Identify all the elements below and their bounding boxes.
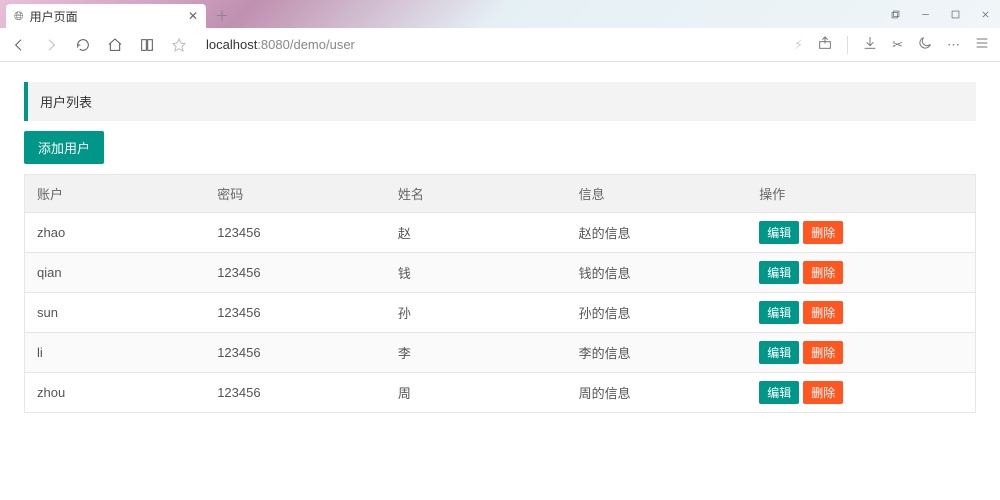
minimize-button[interactable]	[910, 0, 940, 28]
browser-address-bar: localhost:8080/demo/user ⚡︎ ✂︎ ⋯	[0, 28, 1000, 62]
table-body: zhao123456赵赵的信息编辑删除qian123456钱钱的信息编辑删除su…	[25, 213, 976, 413]
col-header-password: 密码	[205, 175, 386, 213]
cell-password: 123456	[205, 253, 386, 293]
toolbar-right: ⚡︎ ✂︎ ⋯	[794, 35, 990, 54]
toolbar-separator	[847, 36, 848, 54]
col-header-account: 账户	[25, 175, 206, 213]
cell-password: 123456	[205, 293, 386, 333]
home-button[interactable]	[106, 37, 124, 53]
globe-icon: 🌐︎	[14, 9, 24, 24]
window-controls	[880, 0, 1000, 28]
forward-button[interactable]	[42, 37, 60, 53]
table-header-row: 账户 密码 姓名 信息 操作	[25, 175, 976, 213]
cell-name: 周	[386, 373, 567, 413]
edit-button[interactable]: 编辑	[759, 301, 799, 324]
share-icon[interactable]	[817, 35, 833, 54]
cell-password: 123456	[205, 333, 386, 373]
download-icon[interactable]	[862, 35, 878, 54]
duplicate-tab-icon[interactable]	[880, 0, 910, 28]
cell-info: 赵的信息	[567, 213, 748, 253]
scissors-icon[interactable]: ✂︎	[892, 37, 903, 53]
url-input[interactable]: localhost:8080/demo/user	[206, 37, 780, 52]
cell-ops: 编辑删除	[747, 293, 975, 333]
col-header-info: 信息	[567, 175, 748, 213]
col-header-name: 姓名	[386, 175, 567, 213]
delete-button[interactable]: 删除	[803, 261, 843, 284]
more-icon[interactable]: ⋯	[947, 37, 960, 53]
cell-ops: 编辑删除	[747, 333, 975, 373]
cell-ops: 编辑删除	[747, 253, 975, 293]
favorite-icon[interactable]	[170, 37, 188, 53]
cell-info: 钱的信息	[567, 253, 748, 293]
table-row: qian123456钱钱的信息编辑删除	[25, 253, 976, 293]
cell-account: zhao	[25, 213, 206, 253]
delete-button[interactable]: 删除	[803, 341, 843, 364]
cell-account: zhou	[25, 373, 206, 413]
cell-account: sun	[25, 293, 206, 333]
table-row: li123456李李的信息编辑删除	[25, 333, 976, 373]
cell-ops: 编辑删除	[747, 213, 975, 253]
page-content: 用户列表 添加用户 账户 密码 姓名 信息 操作 zhao123456赵赵的信息…	[0, 62, 1000, 433]
cell-name: 李	[386, 333, 567, 373]
close-tab-icon[interactable]: ✕	[188, 9, 198, 23]
dark-mode-icon[interactable]	[917, 35, 933, 54]
url-port: :8080	[257, 37, 290, 52]
bolt-icon[interactable]: ⚡︎	[794, 37, 803, 53]
user-table: 账户 密码 姓名 信息 操作 zhao123456赵赵的信息编辑删除qian12…	[24, 174, 976, 413]
menu-icon[interactable]	[974, 35, 990, 54]
cell-account: li	[25, 333, 206, 373]
cell-info: 周的信息	[567, 373, 748, 413]
edit-button[interactable]: 编辑	[759, 221, 799, 244]
delete-button[interactable]: 删除	[803, 381, 843, 404]
table-row: sun123456孙孙的信息编辑删除	[25, 293, 976, 333]
url-host: localhost	[206, 37, 257, 52]
back-button[interactable]	[10, 37, 28, 53]
table-row: zhao123456赵赵的信息编辑删除	[25, 213, 976, 253]
browser-titlebar: 🌐︎ 用户页面 ✕ ＋	[0, 0, 1000, 28]
tab-title: 用户页面	[30, 8, 78, 25]
delete-button[interactable]: 删除	[803, 221, 843, 244]
close-window-button[interactable]	[970, 0, 1000, 28]
table-row: zhou123456周周的信息编辑删除	[25, 373, 976, 413]
col-header-ops: 操作	[747, 175, 975, 213]
reader-icon[interactable]	[138, 37, 156, 53]
browser-tab[interactable]: 🌐︎ 用户页面 ✕	[6, 4, 206, 28]
cell-password: 123456	[205, 373, 386, 413]
cell-ops: 编辑删除	[747, 373, 975, 413]
cell-info: 孙的信息	[567, 293, 748, 333]
url-path: /demo/user	[290, 37, 355, 52]
delete-button[interactable]: 删除	[803, 301, 843, 324]
edit-button[interactable]: 编辑	[759, 261, 799, 284]
edit-button[interactable]: 编辑	[759, 341, 799, 364]
cell-password: 123456	[205, 213, 386, 253]
cell-name: 孙	[386, 293, 567, 333]
cell-account: qian	[25, 253, 206, 293]
cell-info: 李的信息	[567, 333, 748, 373]
cell-name: 钱	[386, 253, 567, 293]
maximize-button[interactable]	[940, 0, 970, 28]
panel-title: 用户列表	[24, 82, 976, 121]
add-user-button[interactable]: 添加用户	[24, 131, 104, 164]
new-tab-button[interactable]: ＋	[210, 4, 234, 28]
reload-button[interactable]	[74, 37, 92, 53]
edit-button[interactable]: 编辑	[759, 381, 799, 404]
cell-name: 赵	[386, 213, 567, 253]
